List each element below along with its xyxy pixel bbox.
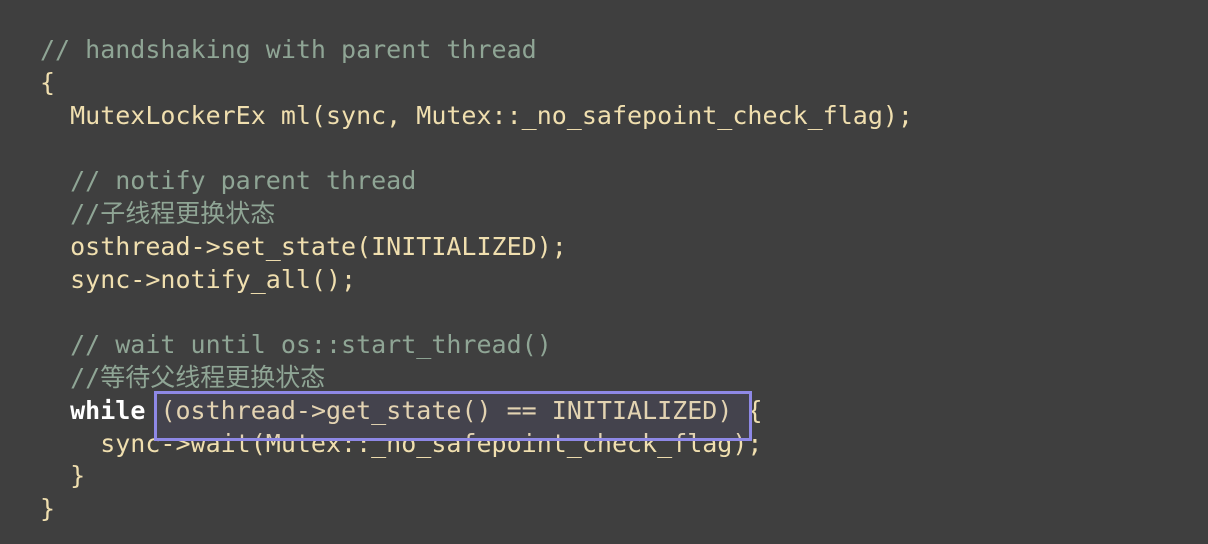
code-mutex-locker-line: MutexLockerEx ml(sync, Mutex::_no_safepo… <box>40 100 913 130</box>
code-notify-all-line: sync->notify_all(); <box>40 264 357 294</box>
code-set-state-line: osthread->set_state(INITIALIZED); <box>40 231 567 261</box>
keyword-while: while <box>70 395 146 425</box>
code-comment-child-state: //子线程更换状态 <box>40 198 276 228</box>
code-while-tail: { <box>732 395 763 425</box>
code-open-brace: { <box>40 67 56 97</box>
code-while-line: while (osthread->get_state() == INITIALI… <box>40 390 913 441</box>
code-comment-wait-until: // wait until os::start_thread() <box>40 330 552 360</box>
code-close-inner-brace: } <box>40 461 86 491</box>
code-close-brace: } <box>40 494 56 524</box>
highlighted-condition-text: (osthread->get_state() == INITIALIZED) <box>160 395 733 425</box>
code-comment-notify-parent: // notify parent thread <box>40 166 417 196</box>
highlighted-condition: (osthread->get_state() == INITIALIZED) <box>154 390 753 441</box>
code-comment-handshaking: // handshaking with parent thread <box>40 35 537 64</box>
code-wait-line: sync->wait(Mutex::_no_safepoint_check_fl… <box>40 428 763 458</box>
code-block: // handshaking with parent thread { Mutex… <box>40 34 913 526</box>
code-comment-wait-parent-state: //等待父线程更换状态 <box>40 362 326 392</box>
code-viewer: // handshaking with parent thread { Mutex… <box>0 0 1208 544</box>
